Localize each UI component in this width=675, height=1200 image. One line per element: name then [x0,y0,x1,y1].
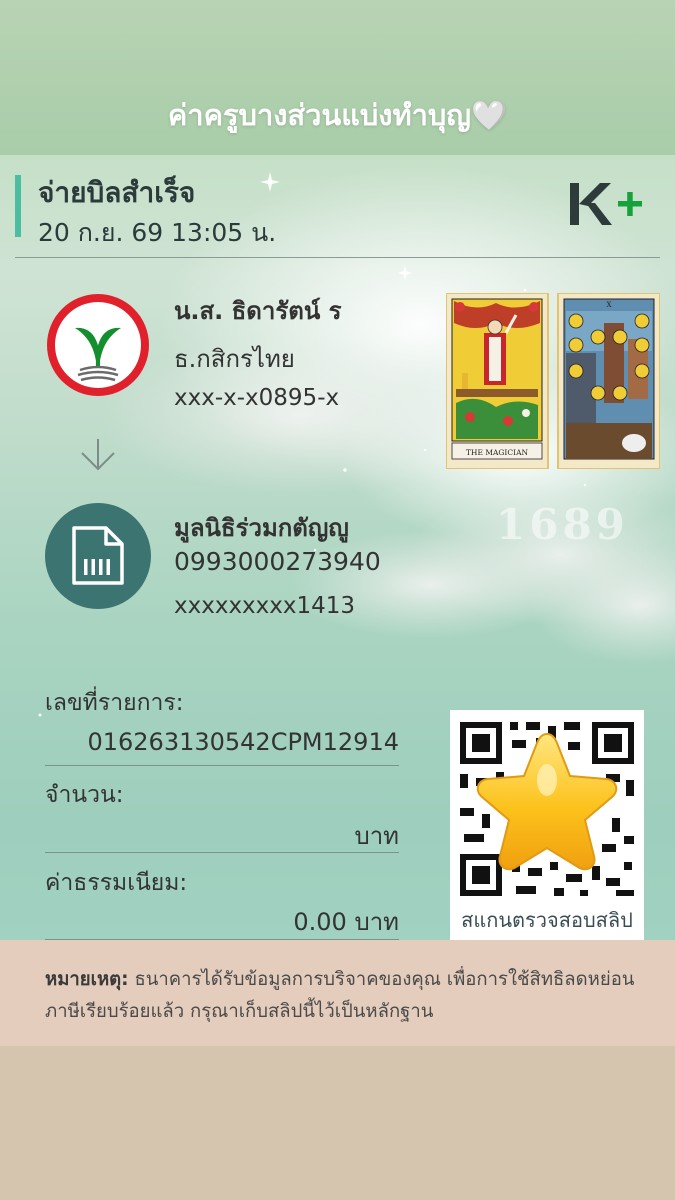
receiver-biller-id: 0993000273940 [174,547,381,576]
sender-name: น.ส. ธิดารัตน์ ร [174,297,342,325]
tarot-card-ten-of-pentacles: X [557,293,660,469]
receiver-reference: xxxxxxxxx1413 [174,593,356,619]
accent-bar [15,175,21,237]
tarot-card-magician: THE MAGICIAN [446,293,549,469]
sender-bank: ธ.กสิกรไทย [174,345,295,373]
note-text: หมายเหตุ: ธนาคารได้รับข้อมูลการบริจาคของ… [45,964,645,1028]
qr-caption: สแกนตรวจสอบสลิป [461,908,633,932]
tarot-card-1-caption: THE MAGICIAN [466,448,529,457]
story-caption: ค่าครูบางส่วนแบ่งทำบุญ🤍 [167,98,508,132]
slip-title: จ่ายบิลสำเร็จ [38,176,196,209]
k-plus-logo-icon [570,183,642,225]
tarot-card-2-caption: X [607,301,612,309]
note-panel: หมายเหตุ: ธนาคารได้รับข้อมูลการบริจาคของ… [0,940,675,1046]
transaction-ref-label: เลขที่รายการ: [45,690,184,716]
field-divider [45,852,399,853]
tarot-cards-sticker: THE MAGICIAN X [446,293,660,469]
fee-value: 0.00 บาท [293,908,399,936]
lucky-number: 1689 [496,500,629,549]
amount-label: จำนวน: [45,782,124,808]
amount-value: บาท [354,822,399,850]
qr-verify-box[interactable]: สแกนตรวจสอบสลิป [450,710,644,940]
bottom-background [0,1046,675,1200]
slip-datetime: 20 ก.ย. 69 13:05 น. [38,218,277,247]
kasikorn-bank-logo-icon [47,294,149,396]
transaction-ref-value: 016263130542CPM12914 [87,728,399,756]
arrow-down-icon [81,439,115,471]
header-divider [15,257,660,258]
star-emoji-icon [476,732,618,871]
payment-slip: จ่ายบิลสำเร็จ 20 ก.ย. 69 13:05 น. น.ส. ธ… [0,155,675,940]
receiver-name: มูลนิธิร่วมกตัญญู [174,514,349,542]
note-body: ธนาคารได้รับข้อมูลการบริจาคของคุณ เพื่อก… [45,969,635,1022]
field-divider [45,765,399,766]
sender-account: xxx-x-x0895-x [174,385,340,411]
note-label: หมายเหตุ: [45,969,129,990]
fee-label: ค่าธรรมเนียม: [45,870,188,896]
bill-document-icon [45,503,151,609]
